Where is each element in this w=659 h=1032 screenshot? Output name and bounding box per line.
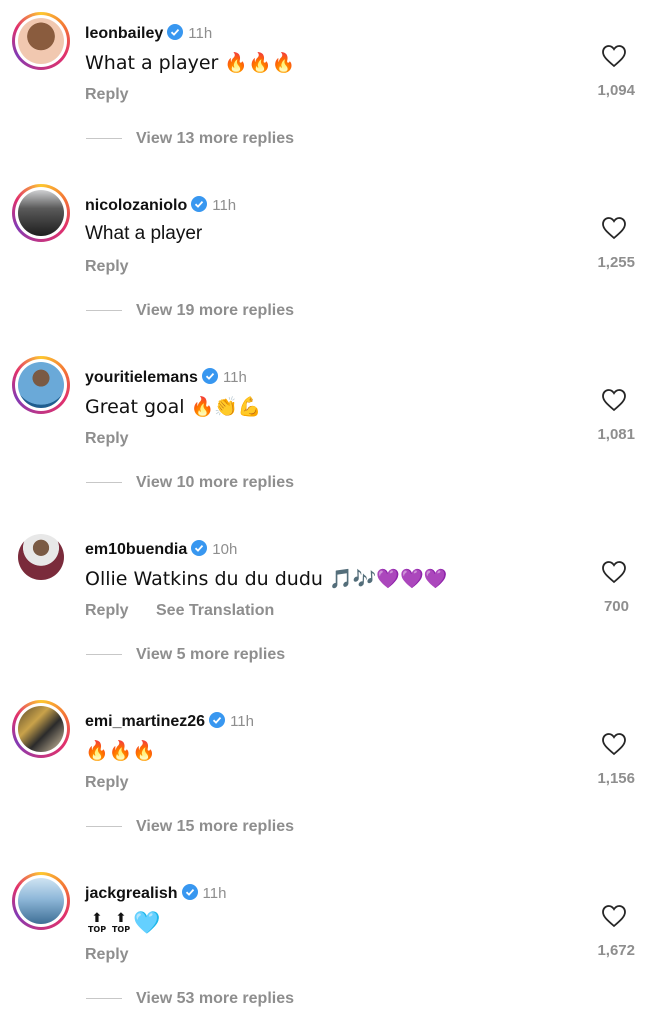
comment-item: em10buendia 10h Ollie Watkins du du dudu … (0, 516, 659, 688)
comment-time: 11h (188, 25, 213, 42)
username[interactable]: emi_martinez26 (85, 713, 205, 730)
comment-text: Ollie Watkins du du dudu 🎵🎶💜💜💜 (85, 568, 448, 590)
verified-badge-icon (167, 24, 184, 40)
comment-text: 🔥🔥🔥 (85, 740, 156, 762)
verified-badge-icon (209, 712, 226, 728)
view-more-replies-label: View 53 more replies (136, 990, 295, 1007)
view-more-replies[interactable]: View 15 more replies (86, 818, 294, 836)
verified-badge-icon (191, 196, 208, 212)
view-more-replies-label: View 19 more replies (136, 302, 295, 319)
reply-button[interactable]: Reply (85, 602, 129, 620)
story-ring[interactable] (12, 356, 70, 414)
like-count: 1,672 (597, 942, 635, 959)
verified-badge-icon (191, 540, 208, 556)
divider (86, 482, 122, 484)
view-more-replies[interactable]: View 19 more replies (86, 302, 294, 320)
divider (86, 998, 122, 1000)
story-ring[interactable] (12, 872, 70, 930)
heart-outline-icon[interactable] (601, 388, 627, 412)
username[interactable]: jackgrealish (85, 885, 178, 902)
reply-button[interactable]: Reply (85, 86, 129, 104)
heart-outline-icon[interactable] (601, 560, 627, 584)
heart-outline-icon[interactable] (601, 904, 627, 928)
username[interactable]: nicolozaniolo (85, 197, 187, 214)
view-more-replies[interactable]: View 53 more replies (86, 990, 294, 1008)
comment-time: 10h (212, 541, 238, 558)
comment-item: youritielemans 11h Great goal 🔥👏💪 Reply 1… (0, 344, 659, 516)
see-translation-button[interactable]: See Translation (156, 602, 274, 620)
comment-text: What a player (85, 223, 203, 244)
comment-time: 11h (222, 369, 247, 386)
like-count: 1,094 (597, 82, 635, 99)
divider (86, 826, 122, 828)
username[interactable]: leonbailey (85, 25, 163, 42)
view-more-replies-label: View 5 more replies (136, 646, 286, 663)
avatar-frame[interactable] (12, 528, 70, 586)
comment-item: jackgrealish 11h ⬆ TOP ⬆ TOP 🩵 Reply 1,672 Vi… (0, 860, 659, 1032)
comment-text: Great goal 🔥👏💪 (85, 396, 262, 418)
username[interactable]: em10buendia (85, 541, 187, 558)
comment-item: emi_martinez26 11h 🔥🔥🔥 Reply 1,156 View 1… (0, 688, 659, 860)
heart-outline-icon[interactable] (601, 44, 627, 68)
heart-outline-icon[interactable] (601, 732, 627, 756)
comment-time: 11h (212, 197, 237, 214)
like-count: 700 (603, 598, 629, 615)
avatar[interactable] (18, 534, 64, 580)
avatar[interactable] (18, 706, 64, 752)
reply-button[interactable]: Reply (85, 258, 129, 276)
reply-button[interactable]: Reply (85, 430, 129, 448)
divider (86, 310, 122, 312)
story-ring[interactable] (12, 700, 70, 758)
reply-button[interactable]: Reply (85, 774, 129, 792)
verified-badge-icon (201, 368, 218, 384)
username[interactable]: youritielemans (85, 369, 198, 386)
comment-time: 11h (230, 713, 254, 730)
avatar[interactable] (18, 190, 64, 236)
view-more-replies-label: View 13 more replies (136, 130, 295, 147)
story-ring[interactable] (12, 184, 70, 242)
heart-outline-icon[interactable] (601, 216, 627, 240)
avatar[interactable] (18, 362, 64, 408)
avatar[interactable] (18, 878, 64, 924)
view-more-replies-label: View 15 more replies (136, 818, 295, 835)
view-more-replies[interactable]: View 5 more replies (86, 646, 285, 664)
divider (86, 654, 122, 656)
like-count: 1,255 (597, 254, 635, 271)
comment-text: ⬆ TOP ⬆ TOP 🩵 (85, 911, 160, 936)
view-more-replies-label: View 10 more replies (136, 474, 295, 491)
light-blue-heart-emoji: 🩵 (133, 911, 161, 936)
like-count: 1,081 (597, 426, 635, 443)
comment-text: What a player 🔥🔥🔥 (85, 52, 296, 74)
divider (86, 138, 122, 140)
story-ring[interactable] (12, 12, 70, 70)
comment-item: nicolozaniolo 11h What a player Reply 1,2… (0, 172, 659, 344)
avatar[interactable] (18, 18, 64, 64)
view-more-replies[interactable]: View 10 more replies (86, 474, 294, 492)
like-count: 1,156 (597, 770, 635, 787)
top-arrow-icon: ⬆ TOP (87, 911, 107, 934)
view-more-replies[interactable]: View 13 more replies (86, 130, 294, 148)
top-arrow-icon: ⬆ TOP (111, 911, 131, 934)
verified-badge-icon (181, 884, 198, 900)
reply-button[interactable]: Reply (85, 946, 129, 964)
comment-item: leonbailey 11h What a player 🔥🔥🔥 Reply 1,… (0, 0, 659, 172)
comment-time: 11h (202, 885, 227, 902)
